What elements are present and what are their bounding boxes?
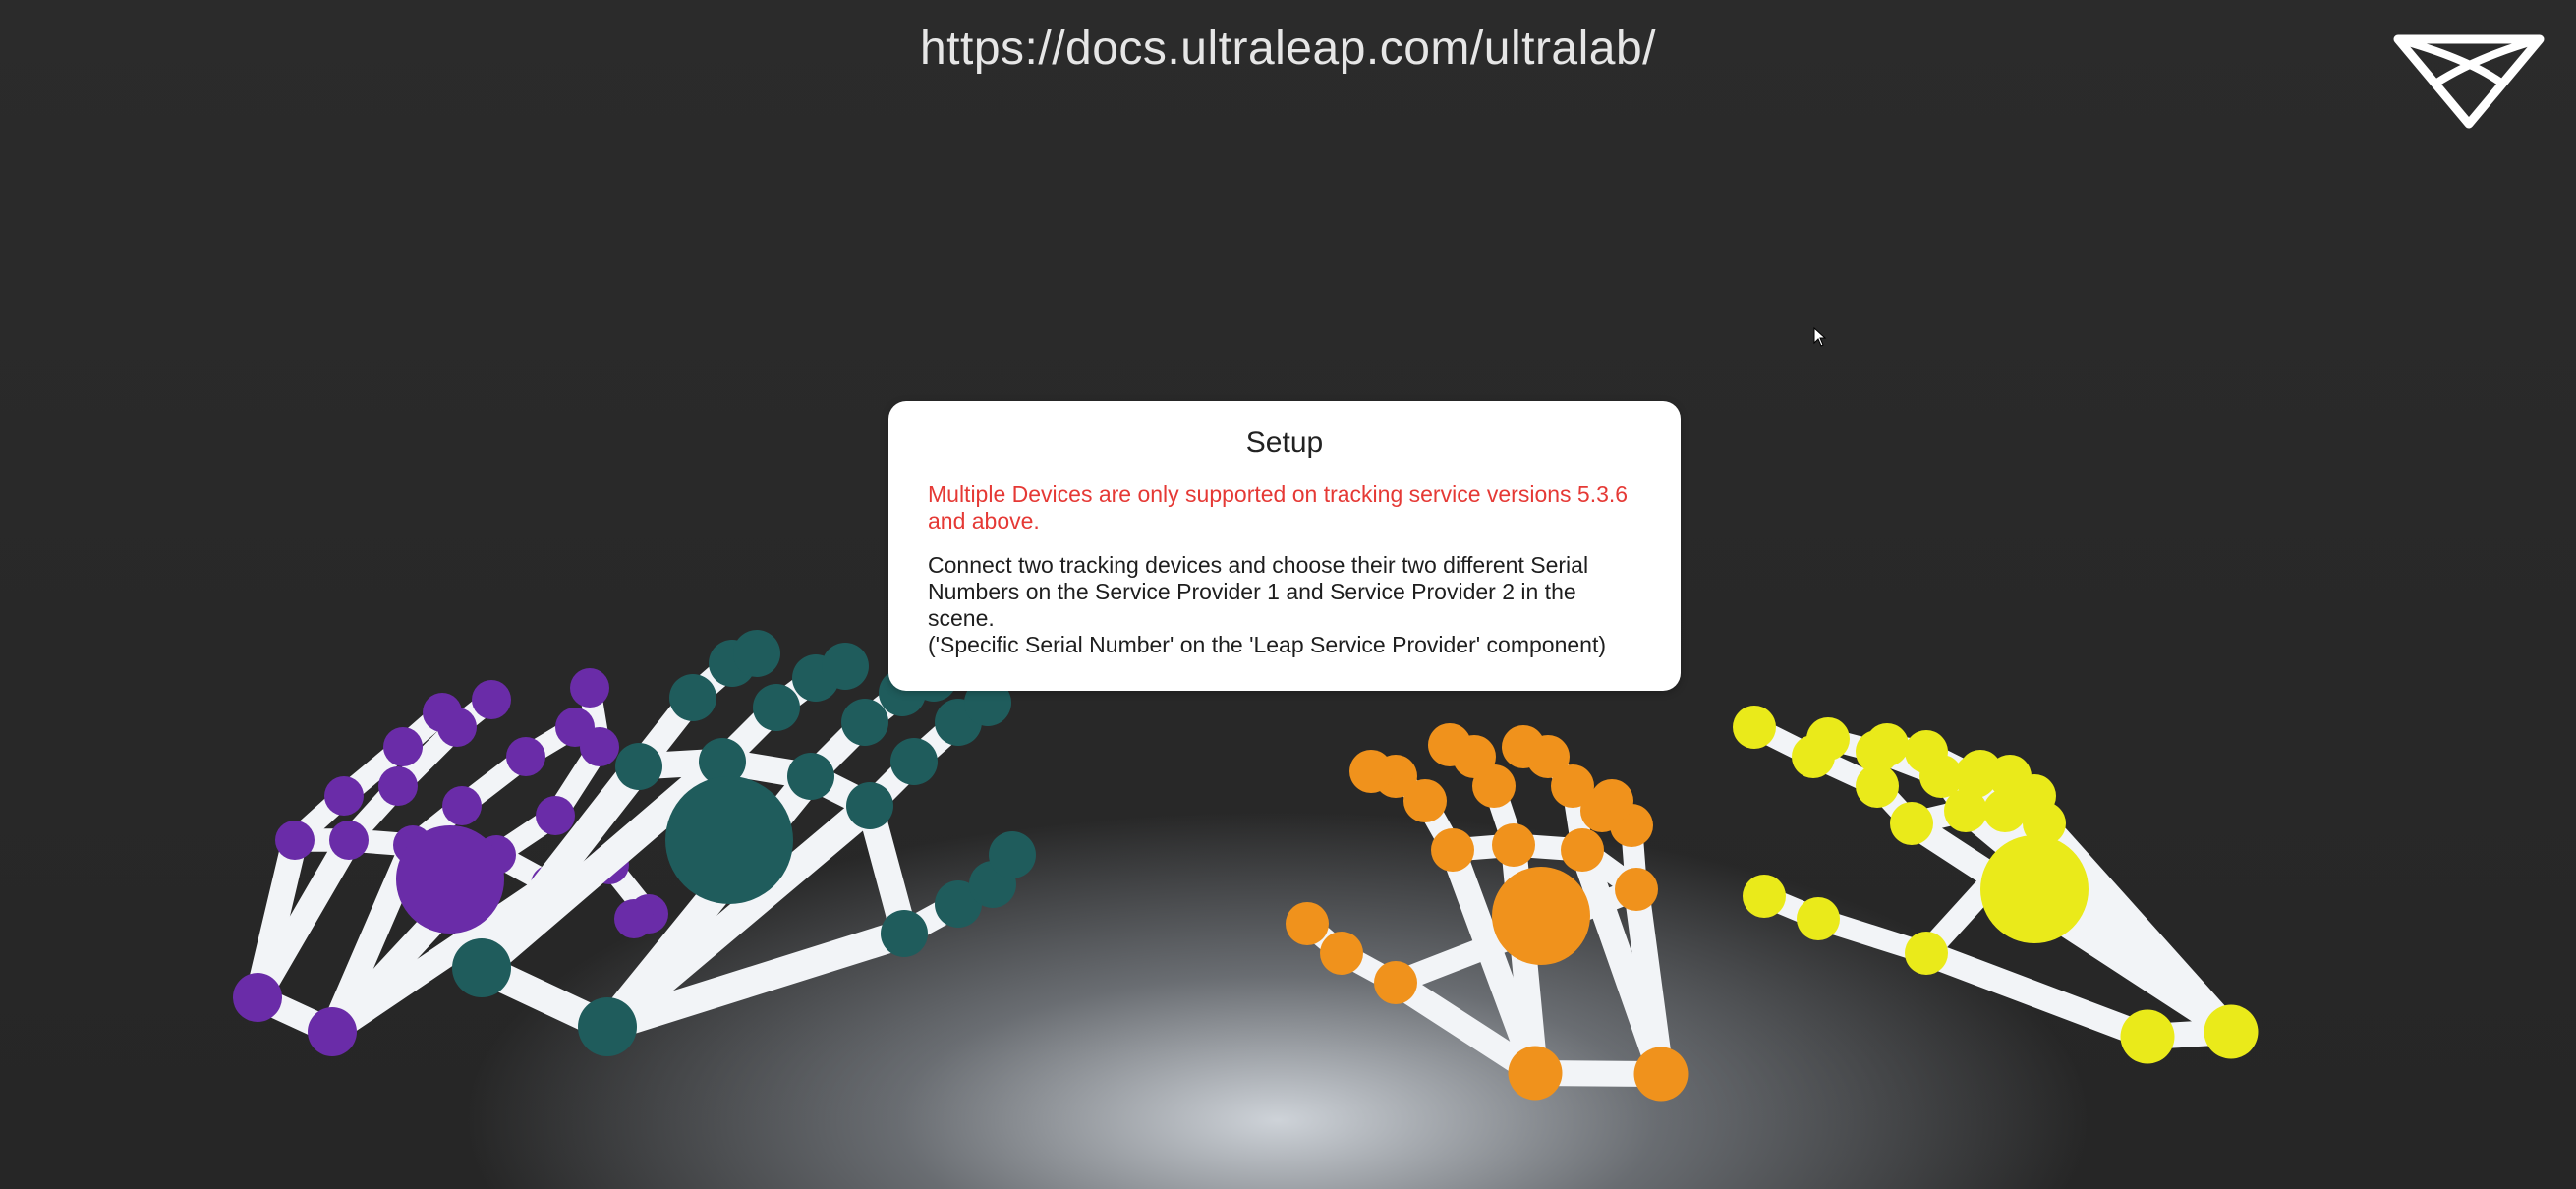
setup-instructions-text: Connect two tracking devices and choose … bbox=[928, 552, 1589, 631]
joint bbox=[1374, 961, 1417, 1004]
joint bbox=[733, 630, 780, 677]
joint bbox=[1905, 730, 1948, 773]
joint bbox=[275, 821, 315, 860]
joint bbox=[536, 796, 575, 835]
joint bbox=[1890, 802, 1933, 845]
joint bbox=[1959, 750, 2002, 793]
joint bbox=[841, 699, 888, 746]
joint bbox=[1806, 717, 1850, 761]
joint bbox=[1905, 932, 1948, 975]
joint bbox=[669, 674, 716, 721]
joint bbox=[437, 708, 477, 747]
palm-sphere bbox=[1492, 867, 1590, 965]
palm-sphere bbox=[665, 776, 793, 904]
mouse-cursor-icon bbox=[1813, 327, 1827, 347]
joint bbox=[2204, 1004, 2259, 1059]
joint bbox=[614, 899, 654, 938]
setup-panel: Setup Multiple Devices are only supporte… bbox=[888, 401, 1681, 691]
joint bbox=[787, 753, 834, 800]
joint bbox=[1428, 723, 1471, 766]
joint bbox=[324, 776, 364, 816]
teal-hand bbox=[452, 630, 1036, 1056]
joint bbox=[308, 1007, 357, 1056]
joint bbox=[233, 973, 282, 1022]
joint bbox=[1508, 1046, 1563, 1101]
joint bbox=[570, 668, 609, 708]
joint bbox=[753, 684, 800, 731]
joint bbox=[329, 821, 369, 860]
joint bbox=[1561, 828, 1604, 872]
setup-note-text: ('Specific Serial Number' on the 'Leap S… bbox=[928, 632, 1606, 657]
joint bbox=[1502, 725, 1545, 768]
joint bbox=[615, 743, 662, 790]
yellow-hand bbox=[1733, 706, 2259, 1064]
palm-sphere bbox=[396, 825, 504, 934]
joint bbox=[1492, 823, 1535, 867]
joint bbox=[881, 910, 928, 957]
joint bbox=[383, 727, 423, 766]
joint bbox=[1580, 789, 1624, 832]
joint bbox=[846, 782, 893, 829]
joint bbox=[1797, 897, 1840, 940]
joint bbox=[1633, 1047, 1689, 1102]
joint bbox=[506, 737, 545, 776]
version-warning-text: Multiple Devices are only supported on t… bbox=[928, 481, 1629, 534]
joint bbox=[1615, 868, 1658, 911]
joint bbox=[1865, 723, 1909, 766]
joint bbox=[1743, 875, 1786, 918]
scene-viewport: https://docs.ultraleap.com/ultralab/ Set… bbox=[0, 0, 2576, 1189]
joint bbox=[442, 786, 482, 825]
palm-sphere bbox=[1980, 835, 2089, 943]
orange-hand bbox=[1286, 723, 1689, 1102]
joint bbox=[1431, 828, 1474, 872]
setup-title: Setup bbox=[1245, 426, 1324, 459]
joint bbox=[890, 738, 938, 785]
joint bbox=[472, 680, 511, 719]
joint bbox=[2120, 1009, 2175, 1064]
joint bbox=[1733, 706, 1776, 749]
joint bbox=[378, 766, 418, 806]
joint bbox=[578, 997, 637, 1056]
joint bbox=[1286, 902, 1329, 945]
joint bbox=[1320, 932, 1363, 975]
joint bbox=[989, 831, 1036, 878]
joint bbox=[580, 727, 619, 766]
joint bbox=[822, 643, 869, 690]
joint bbox=[1349, 750, 1393, 793]
joint bbox=[452, 938, 511, 997]
